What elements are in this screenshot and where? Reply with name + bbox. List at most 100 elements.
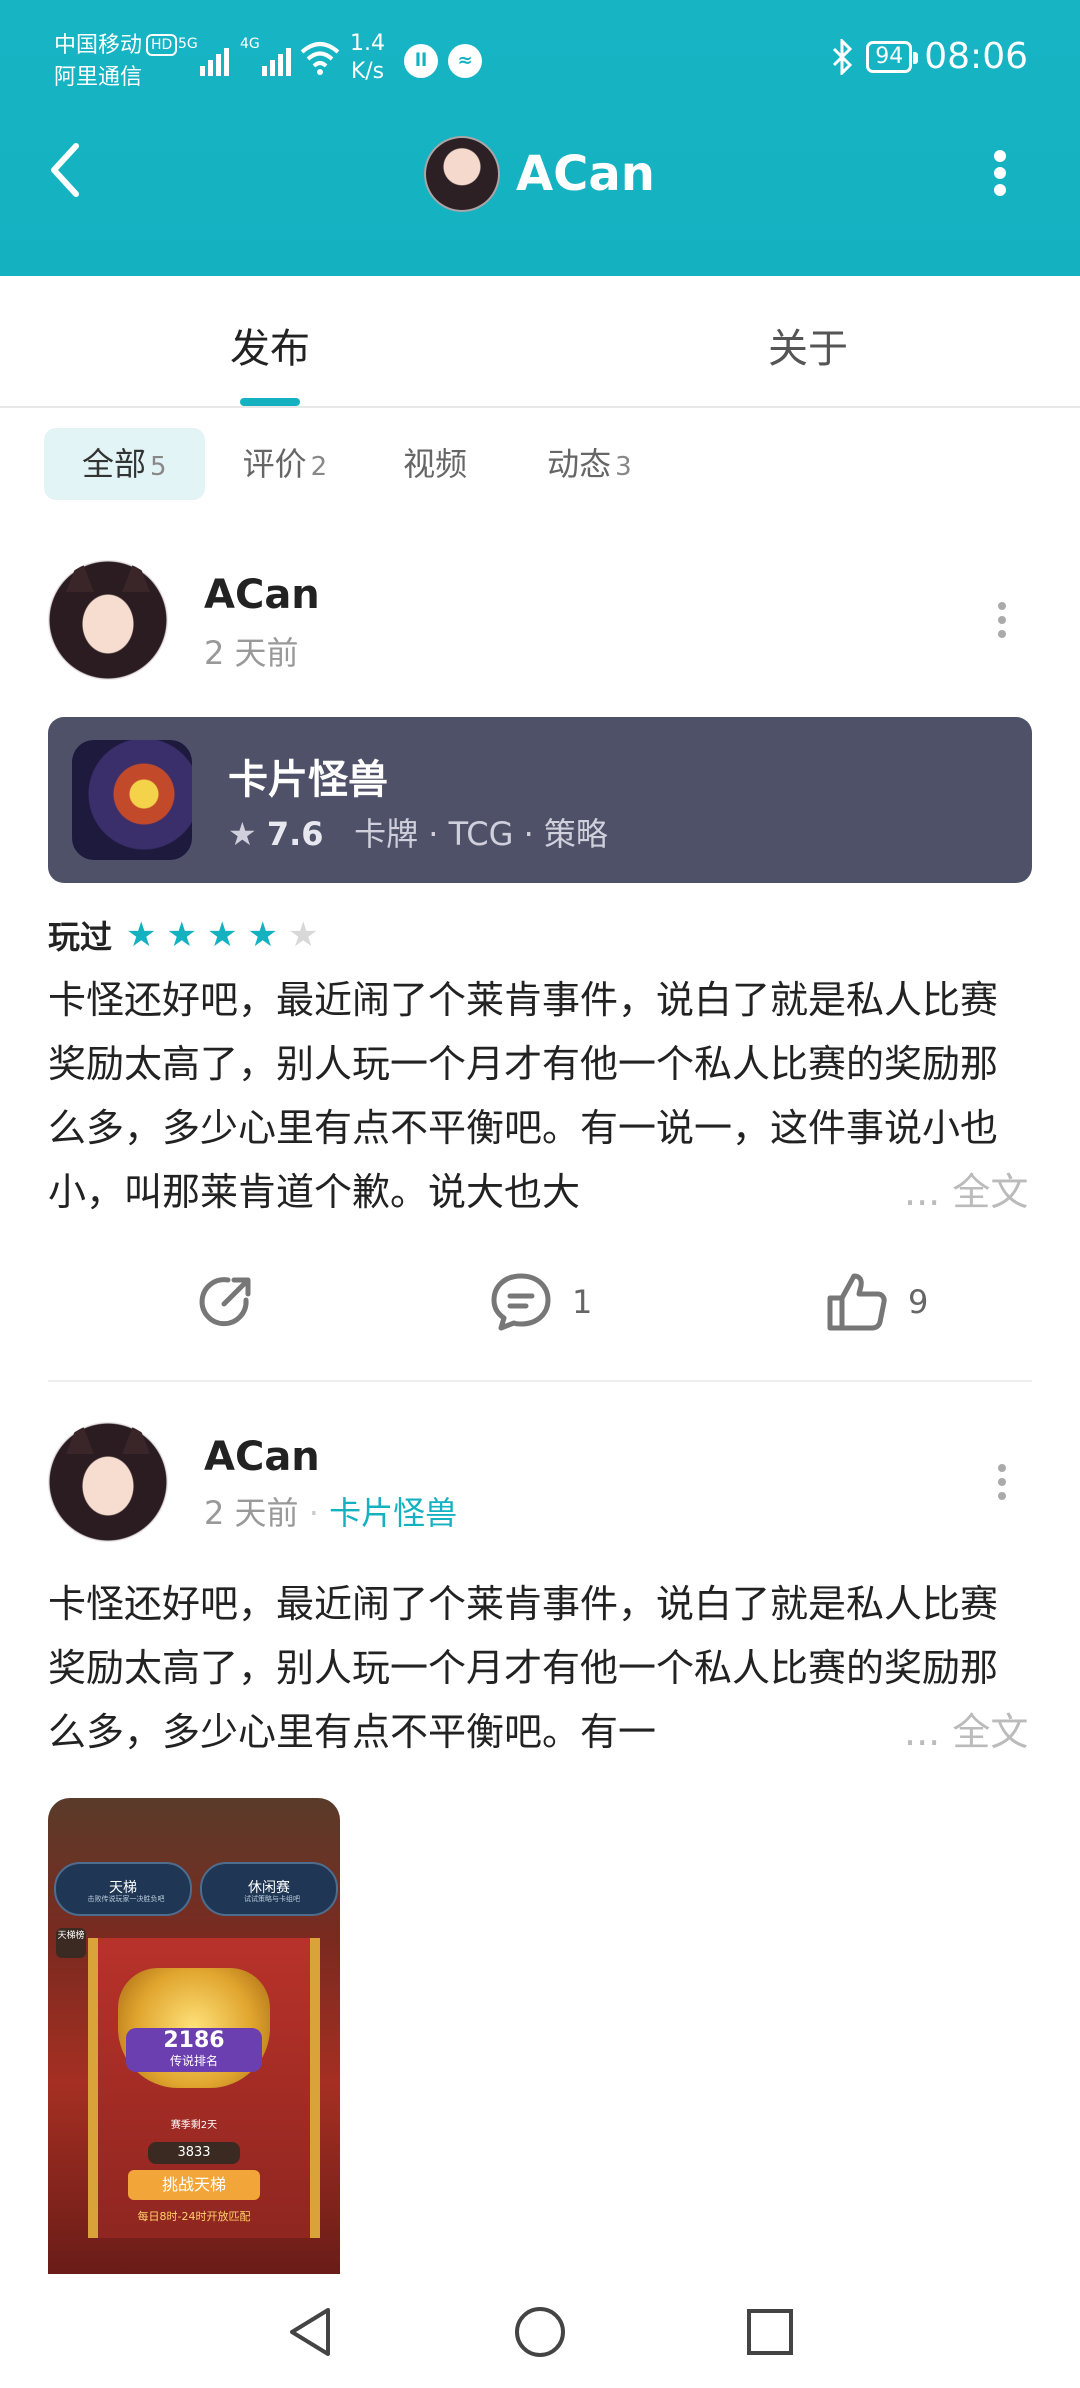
comment-icon	[491, 1273, 551, 1331]
post-meta: 2 天前 · 卡片怪兽	[204, 1494, 458, 1532]
audio-notify-icon: ≈	[448, 44, 482, 78]
ladder-board-icon: 天梯榜	[56, 1928, 86, 1958]
post-game-link[interactable]: 卡片怪兽	[329, 1494, 457, 1532]
rank-value: 2186	[163, 2028, 225, 2053]
post-time: 2 天前	[204, 634, 299, 672]
game-icon	[72, 740, 192, 860]
share-button[interactable]	[194, 1270, 258, 1334]
filter-videos[interactable]: 视频	[365, 428, 509, 500]
ladder-board-label: 天梯榜	[57, 1931, 85, 1941]
post-author[interactable]: ACan	[204, 1434, 320, 1480]
filter-chips: 全部 5 评价 2 视频 动态 3	[44, 428, 670, 500]
net-speed-unit: K/s	[350, 59, 385, 84]
filter-label: 评价	[242, 445, 307, 483]
star-icon: ★	[228, 815, 257, 853]
battery-level: 94	[866, 40, 919, 73]
avatar[interactable]	[48, 1422, 168, 1542]
tab-posts[interactable]: 发布	[230, 316, 310, 374]
filter-count: 3	[615, 452, 632, 482]
filter-all[interactable]: 全部 5	[44, 428, 205, 500]
signal-icon	[262, 40, 298, 76]
status-bar: 中国移动 HD 阿里通信 5G 4G 1.4 K/s ll ≈ 94 08:06	[0, 0, 1080, 120]
triangle-back-icon[interactable]	[282, 2302, 338, 2362]
star-icon: ★	[126, 915, 157, 955]
chevron-left-icon[interactable]	[46, 140, 86, 200]
tab-about[interactable]: 关于	[768, 316, 848, 374]
rating-row: 玩过 ★ ★ ★ ★ ★	[48, 912, 318, 958]
game-score: 7.6	[266, 815, 324, 853]
post-image[interactable]: 天梯 击败传说玩家一决胜负吧 休闲赛 试试策略与卡组吧 天梯榜 2186 传说排名 赛…	[48, 1798, 340, 2274]
schedule-note: 每日8时-24时开放匹配	[137, 2210, 251, 2223]
read-more-link[interactable]: ... 全文	[900, 1160, 1029, 1224]
filter-label: 视频	[403, 445, 468, 483]
game-meta: ★ 7.6 卡牌 · TCG · 策略	[228, 809, 608, 855]
square-recent-icon[interactable]	[742, 2302, 798, 2362]
post-actions: 1 9	[48, 1270, 1032, 1350]
circle-home-icon[interactable]	[512, 2302, 568, 2362]
rank-plate: 2186 传说排名	[126, 2028, 262, 2072]
casual-mode-sub: 试试策略与卡组吧	[244, 1895, 300, 1903]
signal-5g-label: 5G	[178, 36, 198, 52]
app-header: 中国移动 HD 阿里通信 5G 4G 1.4 K/s ll ≈ 94 08:06 …	[0, 0, 1080, 276]
bluetooth-icon	[833, 38, 853, 75]
post-body: 卡怪还好吧，最近闹了个莱肯事件，说白了就是私人比赛奖励太高了，别人玩一个月才有他…	[48, 978, 999, 1214]
hd-badge: HD	[146, 34, 178, 56]
star-icon: ★	[166, 915, 197, 955]
avatar[interactable]	[48, 560, 168, 680]
net-speed-value: 1.4	[350, 31, 385, 56]
casual-mode: 休闲赛 试试策略与卡组吧	[200, 1862, 338, 1916]
like-button[interactable]: 9	[824, 1270, 928, 1334]
game-card[interactable]: 卡片怪兽 ★ 7.6 卡牌 · TCG · 策略	[48, 717, 1032, 883]
ladder-mode: 天梯 击败传说玩家一决胜负吧	[54, 1862, 192, 1916]
post-author[interactable]: ACan	[204, 572, 320, 618]
status-right: 94 08:06	[830, 36, 1028, 77]
app-notify-icon: ll	[404, 44, 438, 78]
post-more-icon[interactable]	[998, 1464, 1008, 1500]
comment-button[interactable]: 1	[488, 1270, 592, 1334]
coin-count: 3833	[148, 2142, 240, 2164]
carrier-info: 中国移动 HD 阿里通信	[54, 30, 178, 94]
carrier1: 中国移动	[54, 33, 143, 58]
game-tags: 卡牌 · TCG · 策略	[354, 815, 608, 853]
net-speed: 1.4 K/s	[350, 30, 385, 86]
share-icon	[199, 1277, 251, 1327]
tab-indicator	[240, 398, 300, 406]
star-icon: ★	[206, 915, 238, 955]
like-count: 9	[908, 1283, 929, 1321]
carrier2: 阿里通信	[54, 65, 143, 90]
signal-4g-label: 4G	[240, 36, 260, 52]
star-icon: ★	[247, 915, 278, 955]
ladder-mode-sub: 击败传说玩家一决胜负吧	[87, 1895, 165, 1903]
rating-label: 玩过	[48, 918, 113, 956]
filter-count: 5	[150, 452, 167, 482]
game-mode-bar: 天梯 击败传说玩家一决胜负吧 休闲赛 试试策略与卡组吧	[54, 1862, 338, 1916]
read-more-link[interactable]: ... 全文	[900, 1700, 1029, 1764]
clock: 08:06	[924, 36, 1028, 77]
post-time: 2 天前	[204, 1494, 299, 1532]
more-vertical-icon[interactable]	[990, 150, 1010, 196]
challenge-button: 挑战天梯	[128, 2170, 260, 2200]
filter-count: 2	[310, 452, 328, 482]
filter-label: 全部	[82, 445, 147, 483]
post-divider	[48, 1380, 1032, 1382]
filter-label: 动态	[547, 445, 612, 483]
post-more-icon[interactable]	[998, 602, 1008, 638]
signal-icon	[200, 40, 236, 76]
star-icon: ★	[287, 915, 319, 955]
filter-reviews[interactable]: 评价 2	[205, 428, 366, 500]
rank-label: 传说排名	[169, 2054, 218, 2068]
filter-moments[interactable]: 动态 3	[509, 428, 670, 500]
game-name: 卡片怪兽	[228, 757, 388, 803]
tab-bar: 发布 关于	[0, 276, 1080, 408]
page-title: ACan	[516, 146, 655, 202]
post-text[interactable]: 卡怪还好吧，最近闹了个莱肯事件，说白了就是私人比赛奖励太高了，别人玩一个月才有他…	[48, 968, 1032, 1224]
system-nav-bar	[0, 2280, 1080, 2388]
season-label: 赛季剩2天	[170, 2120, 218, 2131]
post-review: ACan 2 天前 卡片怪兽 ★ 7.6 卡牌 · TCG · 策略 玩过 ★ …	[48, 560, 1032, 1380]
thumbs-up-icon	[827, 1273, 887, 1331]
wifi-icon	[300, 42, 340, 75]
post-body: 卡怪还好吧，最近闹了个莱肯事件，说白了就是私人比赛奖励太高了，别人玩一个月才有他…	[48, 1582, 999, 1754]
profile-title: ACan	[424, 136, 655, 212]
post-text[interactable]: 卡怪还好吧，最近闹了个莱肯事件，说白了就是私人比赛奖励太高了，别人玩一个月才有他…	[48, 1572, 1032, 1764]
comment-count: 1	[572, 1283, 593, 1321]
